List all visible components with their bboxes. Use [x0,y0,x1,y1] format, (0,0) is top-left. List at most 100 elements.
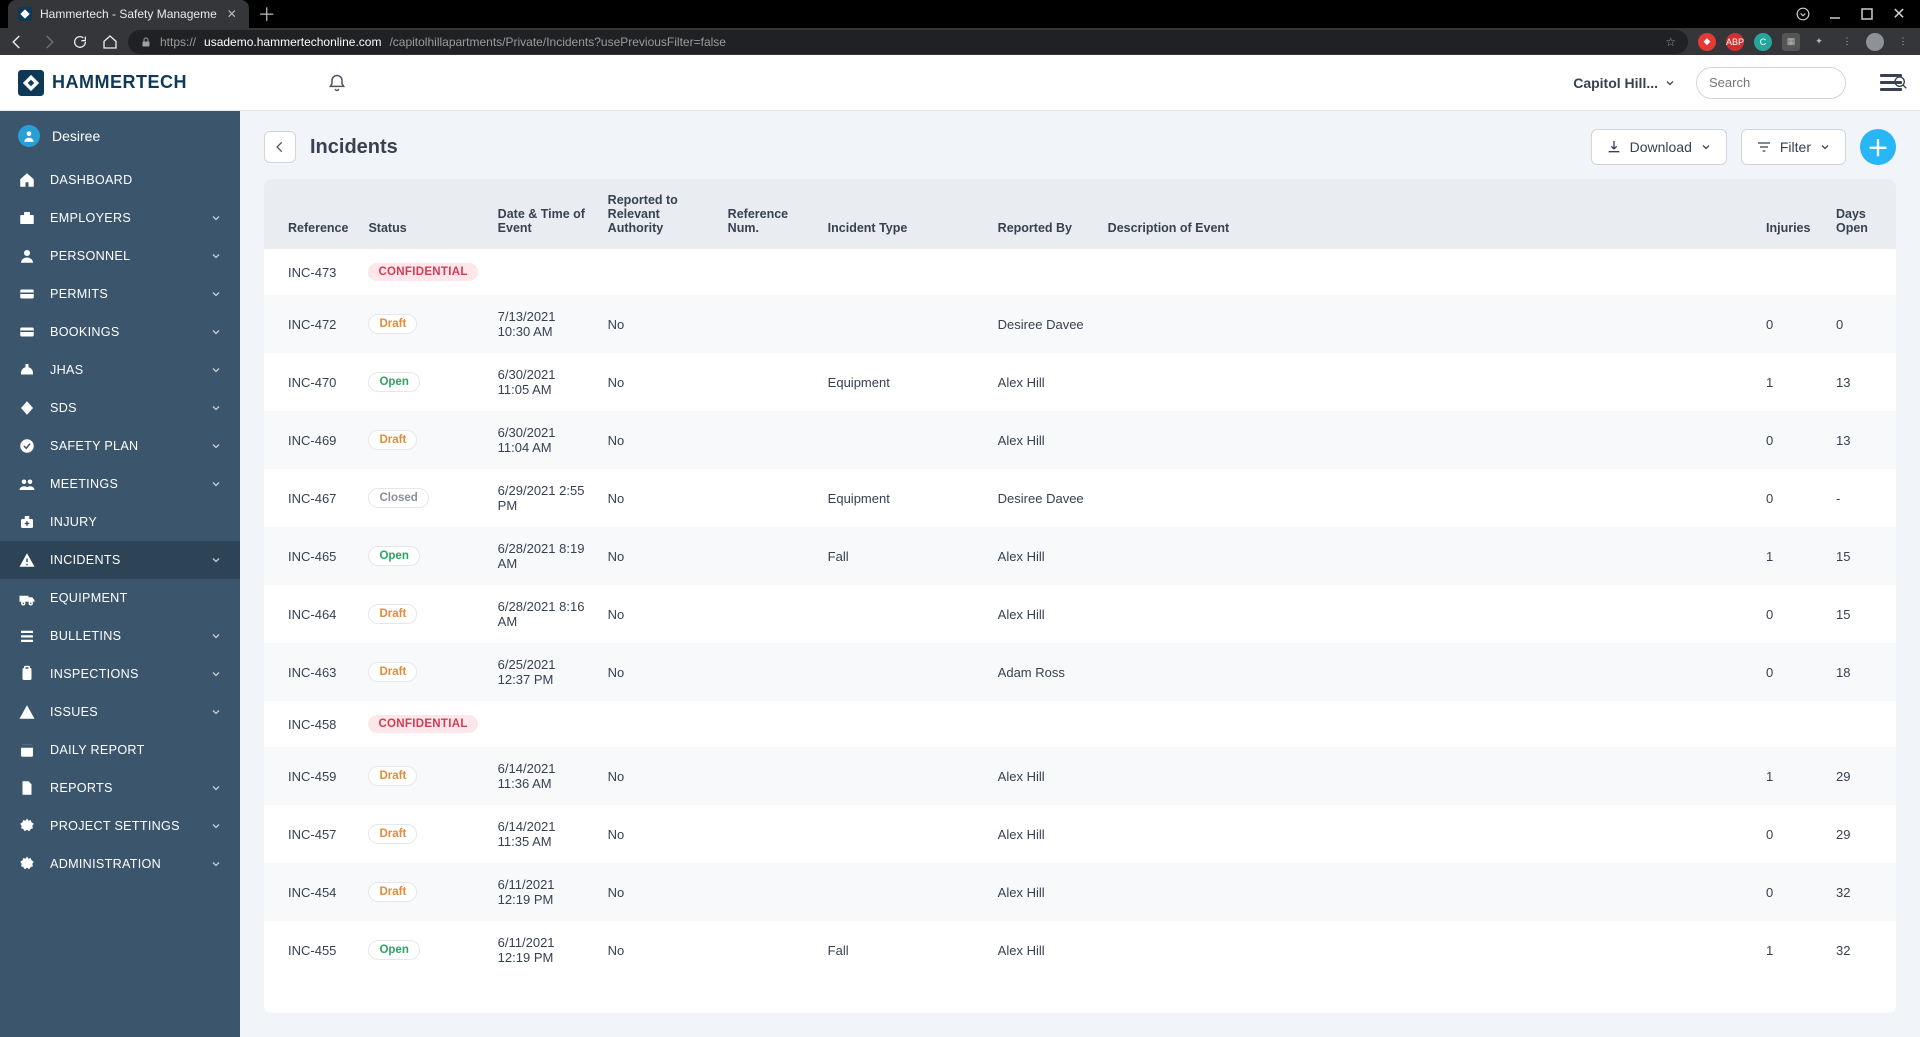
sidebar-item-jhas[interactable]: JHAS [0,351,240,389]
sidebar-item-injury[interactable]: INJURY [0,503,240,541]
chevron-down-icon [210,820,222,832]
sidebar-item-reports[interactable]: REPORTS [0,769,240,807]
main-menu-icon[interactable] [1880,74,1902,91]
sidebar-item-equipment[interactable]: EQUIPMENT [0,579,240,617]
ext-icon-3[interactable]: C [1754,33,1772,51]
cell-date: 6/28/2021 8:16 AM [488,585,598,643]
table-row[interactable]: INC-459Draft6/14/2021 11:36 AMNoAlex Hil… [264,747,1896,805]
chrome-down-icon[interactable] [1796,7,1810,21]
gear-icon [18,817,36,835]
table-row[interactable]: INC-457Draft6/14/2021 11:35 AMNoAlex Hil… [264,805,1896,863]
table-row[interactable]: INC-464Draft6/28/2021 8:16 AMNoAlex Hill… [264,585,1896,643]
table-row[interactable]: INC-470Open6/30/2021 11:05 AMNoEquipment… [264,353,1896,411]
notifications-bell-icon[interactable] [327,73,347,93]
diamond-icon [18,399,36,417]
sidebar-item-sds[interactable]: SDS [0,389,240,427]
table-row[interactable]: INC-454Draft6/11/2021 12:19 PMNoAlex Hil… [264,863,1896,921]
page-header: Incidents Download Filter ＋ [240,111,1920,179]
add-incident-button[interactable]: ＋ [1860,129,1896,165]
window-minimize-icon[interactable] [1828,7,1842,21]
browser-forward-icon[interactable] [40,33,58,51]
col-reported-by[interactable]: Reported By [988,179,1098,249]
sidebar-item-label: ADMINISTRATION [50,857,196,871]
cell-refnum [718,921,818,979]
cell-description [1098,921,1756,979]
status-pill: Open [368,372,419,392]
chevron-down-icon [210,250,222,262]
browser-tab[interactable]: Hammertech - Safety Manageme ✕ [8,0,249,28]
browser-toolbar: https://usademo.hammertechonline.com/cap… [0,28,1920,55]
sidebar-item-daily-report[interactable]: DAILY REPORT [0,731,240,769]
cell-status: Closed [358,469,487,527]
cell-refnum [718,411,818,469]
sidebar-item-bookings[interactable]: BOOKINGS [0,313,240,351]
cell-injuries: 0 [1756,643,1826,701]
global-search[interactable] [1696,67,1846,99]
cell-description [1098,701,1756,747]
sidebar-item-inspections[interactable]: INSPECTIONS [0,655,240,693]
sidebar-item-personnel[interactable]: PERSONNEL [0,237,240,275]
ext-icon-4[interactable]: ▦ [1782,33,1800,51]
cell-reference: INC-473 [264,249,358,295]
window-maximize-icon[interactable] [1860,7,1874,21]
sidebar-item-permits[interactable]: PERMITS [0,275,240,313]
sidebar-item-safety-plan[interactable]: SAFETY PLAN [0,427,240,465]
back-button[interactable] [264,131,296,163]
cell-injuries: 0 [1756,863,1826,921]
table-row[interactable]: INC-472Draft7/13/2021 10:30 AMNoDesiree … [264,295,1896,353]
filter-button[interactable]: Filter [1741,129,1846,165]
chrome-menu-icon[interactable]: ⋮ [1894,33,1912,51]
chevron-down-icon [210,364,222,376]
download-button[interactable]: Download [1591,129,1727,165]
table-row[interactable]: INC-469Draft6/30/2021 11:04 AMNoAlex Hil… [264,411,1896,469]
cell-reference: INC-458 [264,701,358,747]
table-row[interactable]: INC-473CONFIDENTIAL [264,249,1896,295]
col-injuries[interactable]: Injuries [1756,179,1826,249]
sidebar-item-issues[interactable]: ISSUES [0,693,240,731]
col-description[interactable]: Description of Event [1098,179,1756,249]
cell-type: Fall [818,527,988,585]
col-status[interactable]: Status [358,179,487,249]
browser-back-icon[interactable] [8,33,26,51]
table-row[interactable]: INC-465Open6/28/2021 8:19 AMNoFallAlex H… [264,527,1896,585]
col-days[interactable]: Days Open [1826,179,1896,249]
browser-home-icon[interactable] [102,34,118,50]
table-row[interactable]: INC-467Closed6/29/2021 2:55 PMNoEquipmen… [264,469,1896,527]
col-type[interactable]: Incident Type [818,179,988,249]
window-close-icon[interactable]: ✕ [1892,7,1906,21]
sidebar-item-dashboard[interactable]: DASHBOARD [0,161,240,199]
cell-description [1098,295,1756,353]
sidebar-item-incidents[interactable]: INCIDENTS [0,541,240,579]
cell-authority: No [598,643,718,701]
chevron-down-icon [210,630,222,642]
ext-menu-dots-icon[interactable]: ⋮ [1838,33,1856,51]
search-input[interactable] [1709,75,1885,90]
cell-date: 6/30/2021 11:05 AM [488,353,598,411]
sidebar-item-meetings[interactable]: MEETINGS [0,465,240,503]
table-row[interactable]: INC-455Open6/11/2021 12:19 PMNoFallAlex … [264,921,1896,979]
browser-reload-icon[interactable] [72,34,88,50]
ext-icon-abp[interactable]: ABP [1726,33,1744,51]
bookmark-star-icon[interactable]: ☆ [1665,35,1676,49]
sidebar-item-employers[interactable]: EMPLOYERS [0,199,240,237]
cell-days: 15 [1826,527,1896,585]
col-date[interactable]: Date & Time of Event [488,179,598,249]
sidebar-item-project-settings[interactable]: PROJECT SETTINGS [0,807,240,845]
new-tab-button[interactable]: ＋ [253,0,281,28]
tab-close-icon[interactable]: ✕ [225,7,239,21]
extensions-puzzle-icon[interactable]: ✦ [1810,33,1828,51]
sidebar-item-bulletins[interactable]: BULLETINS [0,617,240,655]
profile-avatar-icon[interactable] [1866,33,1884,51]
browser-address-bar[interactable]: https://usademo.hammertechonline.com/cap… [128,30,1688,54]
col-reference[interactable]: Reference [264,179,358,249]
brand-logo[interactable]: HAMMERTECH [18,70,187,96]
site-selector[interactable]: Capitol Hill... [1573,75,1676,91]
ext-icon-1[interactable]: ◆ [1698,33,1716,51]
sidebar-user[interactable]: Desiree [0,111,240,161]
sidebar-item-administration[interactable]: ADMINISTRATION [0,845,240,883]
col-refnum[interactable]: Reference Num. [718,179,818,249]
table-row[interactable]: INC-458CONFIDENTIAL [264,701,1896,747]
table-row[interactable]: INC-463Draft6/25/2021 12:37 PMNoAdam Ros… [264,643,1896,701]
col-authority[interactable]: Reported to Relevant Authority [598,179,718,249]
gear-icon [18,855,36,873]
